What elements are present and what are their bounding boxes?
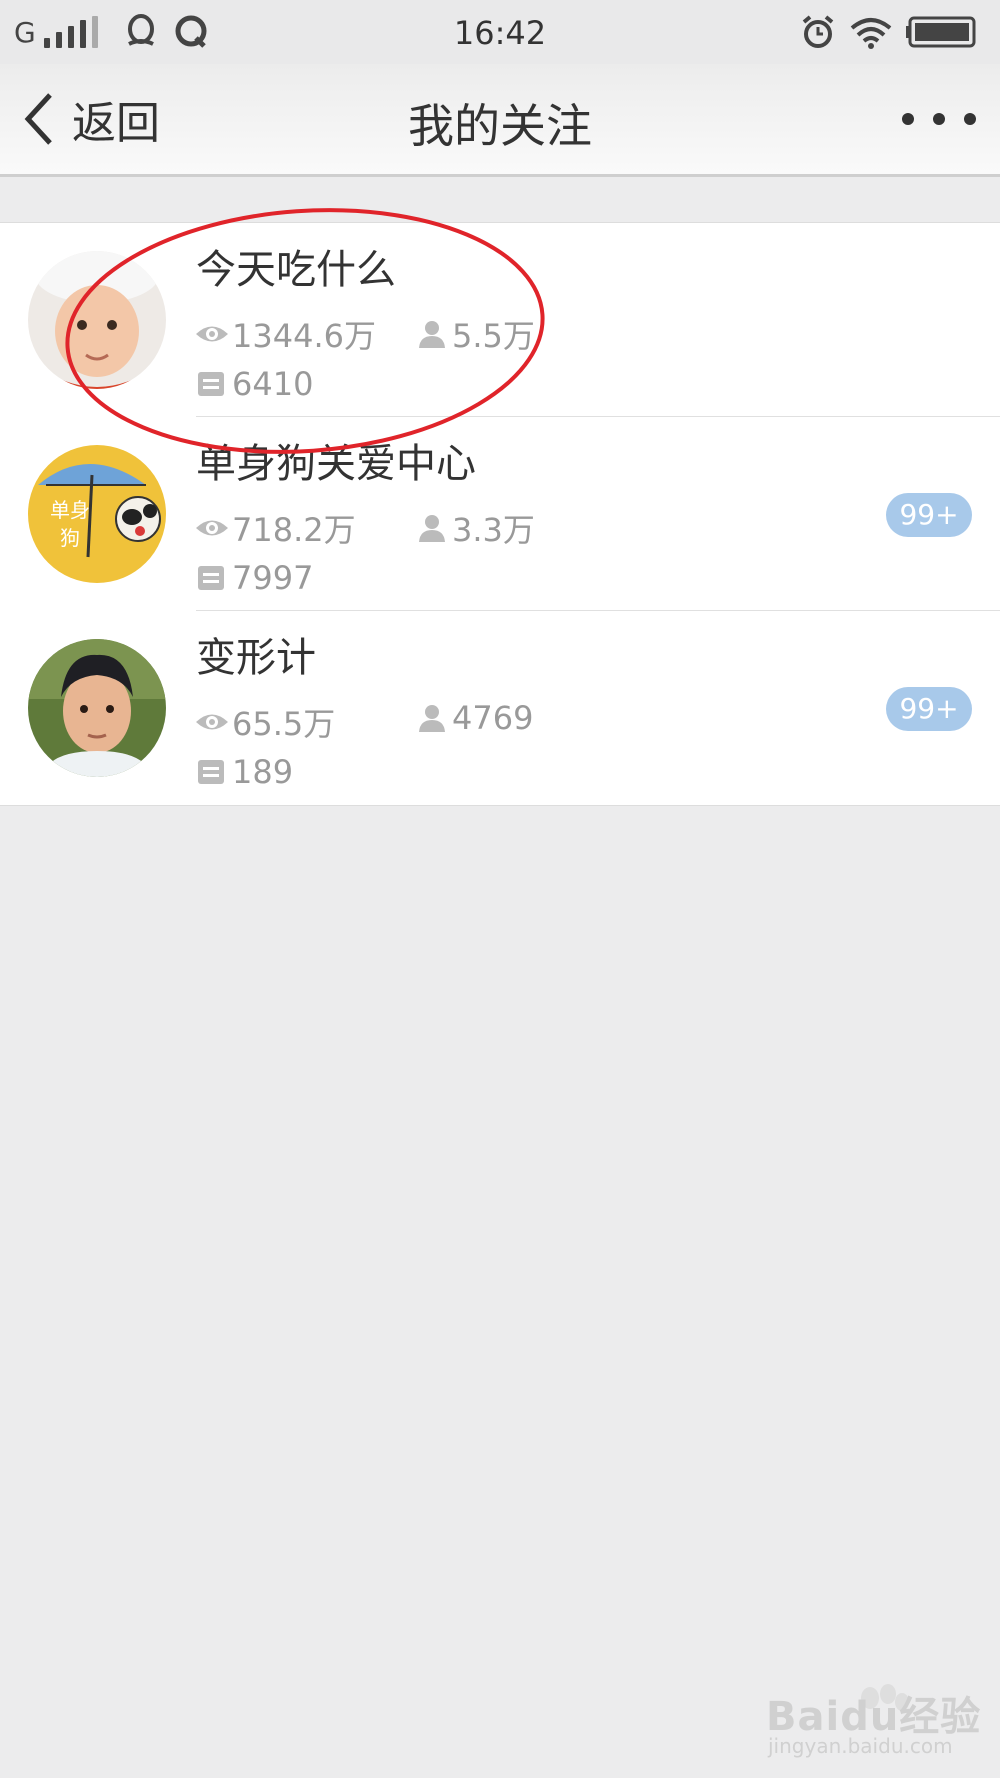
unread-badge: 99+ <box>886 493 972 537</box>
watermark-url: jingyan.baidu.com <box>768 1734 953 1758</box>
svg-text:单身: 单身 <box>50 498 90 522</box>
status-bar: G 16:42 <box>0 0 1000 64</box>
more-dot-icon <box>964 113 976 125</box>
follow-list: 今天吃什么 1344.6万 5.5万 6410 单身 狗 单身狗关爱中心 718… <box>0 222 1000 806</box>
page-title: 我的关注 <box>408 99 592 153</box>
list-item[interactable]: 变形计 65.5万 4769 189 99+ <box>0 611 1000 805</box>
battery-icon <box>906 16 976 48</box>
avatar[interactable]: 单身 狗 <box>28 445 166 583</box>
document-icon <box>198 566 224 590</box>
unread-badge: 99+ <box>886 687 972 731</box>
eye-icon <box>196 520 228 536</box>
articles-stat: 7997 <box>194 559 313 597</box>
views-stat: 1344.6万 <box>194 311 376 357</box>
account-name: 变形计 <box>196 635 316 681</box>
user-icon <box>419 515 445 542</box>
document-icon <box>198 760 224 784</box>
more-button[interactable] <box>902 104 976 134</box>
account-name: 今天吃什么 <box>196 247 396 293</box>
document-icon <box>198 372 224 396</box>
views-stat: 718.2万 <box>194 505 356 551</box>
fans-stat: 3.3万 <box>414 505 535 551</box>
fans-stat: 5.5万 <box>414 311 535 357</box>
eye-icon <box>196 714 228 730</box>
account-name: 单身狗关爱中心 <box>196 441 476 487</box>
alarm-icon <box>802 15 834 48</box>
wifi-icon <box>850 18 892 49</box>
views-stat: 65.5万 <box>194 699 335 745</box>
articles-stat: 6410 <box>194 365 313 403</box>
user-icon <box>419 321 445 348</box>
user-icon <box>419 705 445 732</box>
list-item[interactable]: 单身 狗 单身狗关爱中心 718.2万 3.3万 7997 99+ <box>0 417 1000 611</box>
svg-text:狗: 狗 <box>60 526 80 550</box>
eye-icon <box>196 326 228 342</box>
fans-stat: 4769 <box>414 699 533 737</box>
avatar[interactable] <box>28 639 166 777</box>
articles-stat: 189 <box>194 753 293 791</box>
list-item[interactable]: 今天吃什么 1344.6万 5.5万 6410 <box>0 223 1000 417</box>
more-dot-icon <box>902 113 914 125</box>
navigation-bar: 返回 我的关注 <box>0 64 1000 177</box>
avatar[interactable] <box>28 251 166 389</box>
more-dot-icon <box>933 113 945 125</box>
